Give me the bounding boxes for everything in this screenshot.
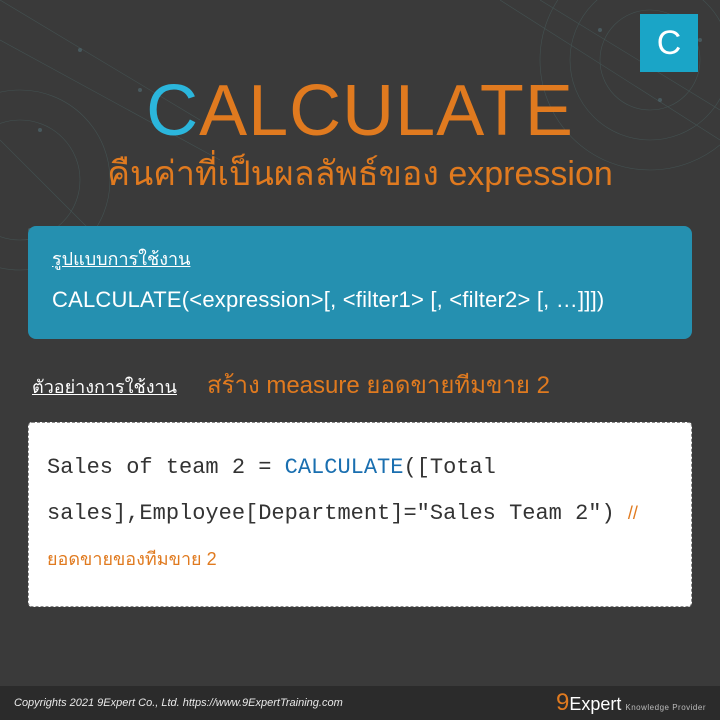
example-description: สร้าง measure ยอดขายทีมขาย 2	[207, 365, 550, 404]
brand-rest: Expert	[569, 694, 621, 715]
slide-root: C CALCULATE คืนค่าที่เป็นผลลัพธ์ของ expr…	[0, 0, 720, 720]
subtitle: คืนค่าที่เป็นผลลัพธ์ของ expression	[0, 146, 720, 200]
syntax-box: รูปแบบการใช้งาน CALCULATE(<expression>[,…	[28, 226, 692, 339]
code-keyword: CALCULATE	[285, 455, 404, 480]
title-block: CALCULATE คืนค่าที่เป็นผลลัพธ์ของ expres…	[0, 0, 720, 200]
code-prefix: Sales of team 2 =	[47, 455, 285, 480]
footer: Copyrights 2021 9Expert Co., Ltd. https:…	[0, 686, 720, 720]
title-rest: ALCULATE	[199, 71, 574, 151]
example-header: ตัวอย่างการใช้งาน สร้าง measure ยอดขายที…	[32, 365, 688, 404]
title-first-char: C	[146, 71, 199, 151]
footer-brand: 9Expert Knowledge Provider	[556, 689, 706, 717]
brand-tagline: Knowledge Provider	[625, 703, 706, 712]
syntax-text: CALCULATE(<expression>[, <filter1> [, <f…	[52, 287, 668, 313]
code-box: Sales of team 2 = CALCULATE([Total sales…	[28, 422, 692, 607]
main-title: CALCULATE	[0, 70, 720, 152]
brand-nine: 9	[556, 689, 569, 717]
syntax-header: รูปแบบการใช้งาน	[52, 244, 668, 273]
footer-copyright: Copyrights 2021 9Expert Co., Ltd. https:…	[14, 697, 343, 709]
example-label: ตัวอย่างการใช้งาน	[32, 372, 177, 401]
